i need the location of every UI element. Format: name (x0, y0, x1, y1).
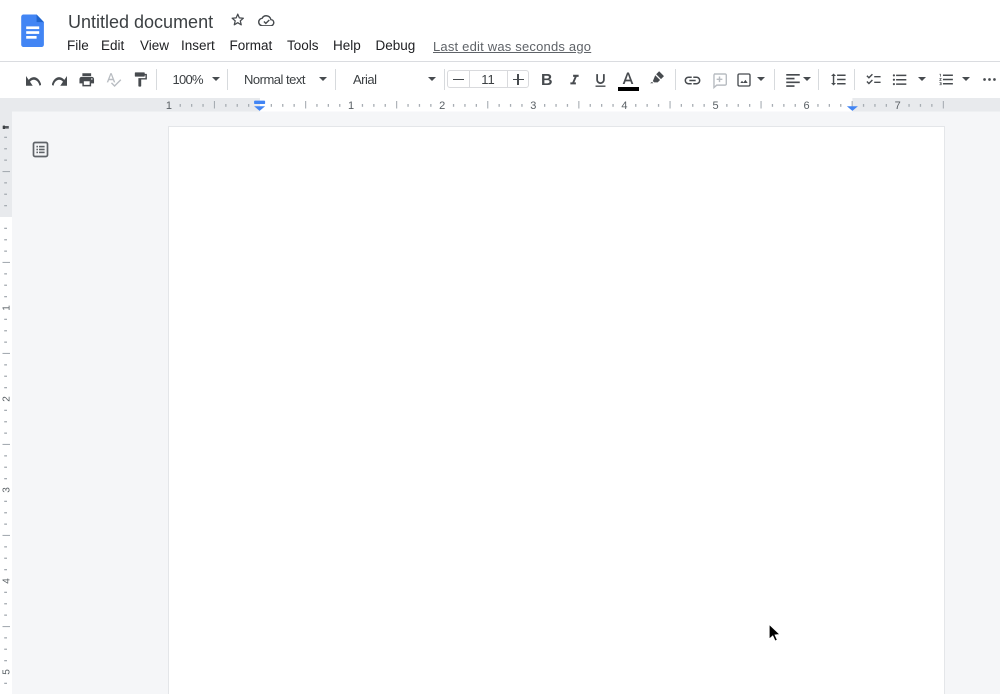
svg-text:5: 5 (2, 669, 12, 675)
svg-text:1: 1 (166, 100, 172, 112)
svg-text:4: 4 (2, 578, 12, 584)
svg-text:7: 7 (895, 100, 901, 112)
svg-text:2: 2 (439, 100, 445, 112)
svg-text:4: 4 (621, 100, 627, 112)
svg-text:1: 1 (2, 305, 12, 311)
svg-text:3: 3 (2, 487, 12, 493)
svg-text:1: 1 (348, 100, 354, 112)
svg-text:5: 5 (712, 100, 718, 112)
svg-text:6: 6 (804, 100, 810, 112)
svg-text:3: 3 (530, 100, 536, 112)
svg-text:2: 2 (2, 396, 12, 402)
